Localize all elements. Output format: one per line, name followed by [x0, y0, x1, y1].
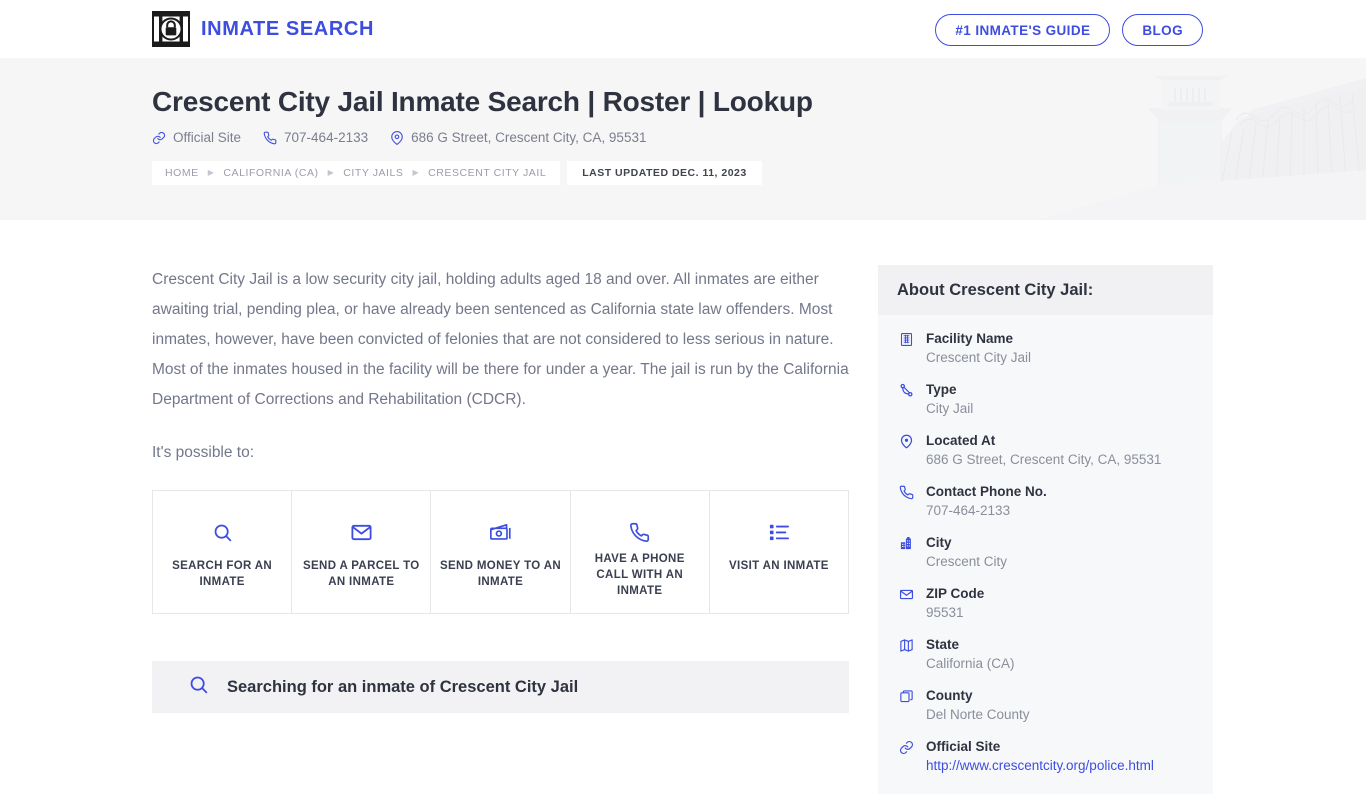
official-site-label: Official Site — [173, 130, 242, 145]
action-label: SEND A PARCEL TO AN INMATE — [303, 560, 420, 588]
fact-value: Del Norte County — [926, 707, 1030, 722]
about-panel-body: Facility Name Crescent City Jail Type Ci… — [878, 315, 1213, 794]
fact-label: State — [926, 637, 960, 652]
breadcrumb-separator-icon: ▶ — [412, 168, 420, 177]
fact-label: Type — [926, 382, 957, 397]
map-fold-icon — [897, 635, 915, 674]
breadcrumb-item-crescent-city-jail[interactable]: CRESCENT CITY JAIL — [428, 167, 546, 179]
action-grid: SEARCH FOR AN INMATE SEND A PARCEL TO AN… — [152, 490, 849, 614]
fact-state: State California (CA) — [897, 635, 1194, 674]
site-header: INMATE SEARCH #1 INMATE'S GUIDE BLOG — [0, 0, 1366, 58]
fact-value: 707-464-2133 — [926, 503, 1011, 518]
breadcrumb-separator-icon: ▶ — [207, 168, 215, 177]
fact-label: Contact Phone No. — [926, 484, 1047, 499]
main-column: Crescent City Jail is a low security cit… — [152, 265, 849, 713]
fact-label: City — [926, 535, 952, 550]
blog-button[interactable]: BLOG — [1122, 14, 1203, 46]
jail-bars-padlock-icon — [152, 11, 190, 47]
breadcrumb-bar: HOME ▶ CALIFORNIA (CA) ▶ CITY JAILS ▶ CR… — [152, 161, 1052, 185]
action-send-money[interactable]: SEND MONEY TO AN INMATE — [430, 491, 569, 613]
building-grid-icon — [897, 329, 915, 368]
phone-meta[interactable]: 707-464-2133 — [263, 130, 368, 145]
prison-tower-watermark-image — [1036, 58, 1366, 220]
link-icon — [152, 131, 166, 144]
fact-value: 686 G Street, Crescent City, CA, 95531 — [926, 452, 1162, 467]
fact-label: Facility Name — [926, 331, 1014, 346]
action-label: SEARCH FOR AN INMATE — [172, 560, 273, 588]
phone-icon — [897, 482, 915, 521]
search-icon — [188, 674, 209, 700]
copy-icon — [897, 686, 915, 725]
possible-to-paragraph: It's possible to: — [152, 444, 255, 461]
action-label: HAVE A PHONE CALL WITH AN INMATE — [594, 553, 685, 597]
brand-name: INMATE SEARCH — [201, 17, 374, 40]
hero-meta-row: Official Site 707-464-2133 686 G Street,… — [152, 130, 1052, 145]
phone-label: 707-464-2133 — [284, 130, 369, 145]
fact-value: 95531 — [926, 605, 964, 620]
fact-type: Type City Jail — [897, 380, 1194, 419]
action-visit-inmate[interactable]: VISIT AN INMATE — [708, 491, 848, 613]
inmates-guide-button[interactable]: #1 INMATE'S GUIDE — [935, 14, 1111, 46]
money-icon — [489, 519, 513, 545]
about-panel-title: About Crescent City Jail: — [897, 280, 1094, 299]
search-banner-text: Searching for an inmate of Crescent City… — [227, 677, 579, 696]
breadcrumb-separator-icon: ▶ — [327, 168, 335, 177]
action-phone-call[interactable]: HAVE A PHONE CALL WITH AN INMATE — [569, 491, 709, 613]
address-label: 686 G Street, Crescent City, CA, 95531 — [411, 130, 647, 145]
page-root: INMATE SEARCH #1 INMATE'S GUIDE BLOG Cre… — [0, 0, 1366, 794]
fact-official-site: Official Site http://www.crescentcity.or… — [897, 737, 1194, 776]
breadcrumb: HOME ▶ CALIFORNIA (CA) ▶ CITY JAILS ▶ CR… — [152, 161, 561, 185]
header-actions: #1 INMATE'S GUIDE BLOG — [935, 14, 1203, 46]
breadcrumb-item-home[interactable]: HOME — [165, 167, 199, 179]
search-banner[interactable]: Searching for an inmate of Crescent City… — [152, 661, 849, 713]
fact-value: Crescent City Jail — [926, 350, 1032, 365]
map-pin-icon — [391, 130, 403, 145]
fact-value: City Jail — [926, 401, 974, 416]
site-logo[interactable]: INMATE SEARCH — [152, 11, 374, 47]
fact-label: County — [926, 688, 973, 703]
last-updated-badge: LAST UPDATED DEC. 11, 2023 — [567, 161, 762, 185]
envelope-icon — [350, 519, 373, 545]
fact-value: California (CA) — [926, 656, 1015, 671]
hero-section: Crescent City Jail Inmate Search | Roste… — [0, 58, 1366, 220]
breadcrumb-item-city-jails[interactable]: CITY JAILS — [343, 167, 403, 179]
address-meta: 686 G Street, Crescent City, CA, 95531 — [390, 130, 646, 145]
official-site-meta[interactable]: Official Site — [152, 130, 241, 145]
action-label: VISIT AN INMATE — [729, 560, 829, 572]
search-icon — [212, 519, 233, 545]
hero-content: Crescent City Jail Inmate Search | Roste… — [152, 58, 1052, 185]
about-panel: About Crescent City Jail: Facility Name … — [878, 265, 1213, 794]
fact-located-at: Located At 686 G Street, Crescent City, … — [897, 431, 1194, 470]
list-icon — [768, 519, 790, 545]
fact-contact-phone: Contact Phone No. 707-464-2133 — [897, 482, 1194, 521]
fact-county: County Del Norte County — [897, 686, 1194, 725]
fact-label: Located At — [926, 433, 996, 448]
fact-facility-name: Facility Name Crescent City Jail — [897, 329, 1194, 368]
sidebar-column: About Crescent City Jail: Facility Name … — [878, 265, 1213, 794]
action-send-parcel[interactable]: SEND A PARCEL TO AN INMATE — [291, 491, 430, 613]
fact-value: Crescent City — [926, 554, 1008, 569]
link-icon — [897, 737, 915, 776]
action-label: SEND MONEY TO AN INMATE — [439, 560, 562, 588]
map-pin-icon — [897, 431, 915, 470]
action-search-inmate[interactable]: SEARCH FOR AN INMATE — [153, 491, 291, 613]
fact-city: City Crescent City — [897, 533, 1194, 572]
intro-paragraph: Crescent City Jail is a low security cit… — [152, 271, 849, 408]
phone-icon — [263, 131, 277, 144]
envelope-icon — [897, 584, 915, 623]
fact-label: ZIP Code — [926, 586, 985, 601]
city-icon — [897, 533, 915, 572]
phone-call-icon — [629, 519, 650, 545]
fact-zip-code: ZIP Code 95531 — [897, 584, 1194, 623]
fact-label: Official Site — [926, 739, 1001, 754]
about-panel-header: About Crescent City Jail: — [878, 265, 1213, 315]
page-title: Crescent City Jail Inmate Search | Roste… — [152, 86, 813, 117]
official-site-link[interactable]: http://www.crescentcity.org/police.html — [926, 756, 1154, 776]
node-branch-icon — [897, 380, 915, 419]
breadcrumb-item-california[interactable]: CALIFORNIA (CA) — [223, 167, 318, 179]
